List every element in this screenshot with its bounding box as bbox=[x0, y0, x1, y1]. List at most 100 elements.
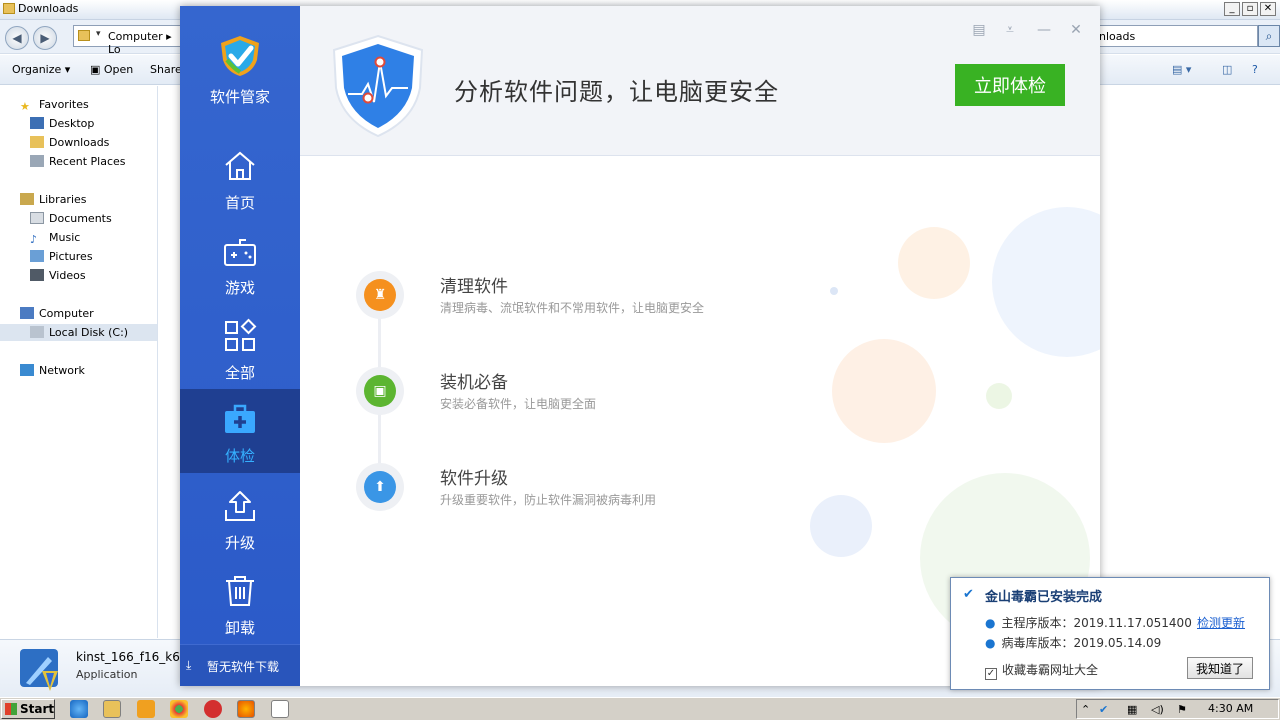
nav-pictures[interactable]: Pictures bbox=[30, 248, 93, 265]
nav-recent-places[interactable]: Recent Places bbox=[30, 153, 126, 170]
chrome-icon[interactable] bbox=[170, 700, 188, 718]
nav-games-label: 游戏 bbox=[224, 279, 255, 297]
antivirus-tray-icon[interactable]: ✔ bbox=[1099, 703, 1108, 716]
download-status[interactable]: ⤓ 暂无软件下载 bbox=[180, 644, 300, 686]
popup-title: 金山毒霸已安装完成 bbox=[985, 590, 1103, 605]
music-icon: ♪ bbox=[30, 233, 38, 246]
navigation-pane: ★ Favorites Desktop Downloads Recent Plac… bbox=[0, 86, 158, 638]
decor-circle bbox=[986, 383, 1012, 409]
libraries-icon bbox=[20, 193, 34, 205]
tray-expand-icon[interactable]: ⌃ bbox=[1081, 703, 1090, 716]
upgrade-disc-icon: ⬆ bbox=[364, 471, 396, 503]
explorer-title: Downloads bbox=[18, 2, 79, 15]
documents-icon bbox=[30, 212, 44, 224]
help-icon[interactable]: ? bbox=[1252, 63, 1258, 76]
nav-home[interactable]: 首页 bbox=[180, 140, 300, 224]
dropdown-icon[interactable]: ⩡ bbox=[1002, 22, 1018, 38]
nav-uninstall[interactable]: 卸载 bbox=[180, 565, 300, 649]
step-upgrade-title: 软件升级 bbox=[440, 469, 508, 489]
nav-libraries[interactable]: Libraries bbox=[20, 191, 87, 208]
decor-circle bbox=[992, 207, 1100, 357]
got-it-button[interactable]: 我知道了 bbox=[1187, 657, 1253, 679]
main-version-row: ● 主程序版本：2019.11.17.051400 bbox=[985, 616, 1192, 630]
nav-downloads[interactable]: Downloads bbox=[30, 134, 109, 151]
network-tray-icon[interactable]: ▦ bbox=[1127, 703, 1137, 716]
headline: 分析软件问题，让电脑更安全 bbox=[454, 78, 779, 106]
step-upgrade: ⬆ 软件升级 升级重要软件，防止软件漏洞被病毒利用 bbox=[356, 463, 856, 523]
recent-places-icon bbox=[30, 155, 44, 167]
step-clean-title: 清理软件 bbox=[440, 277, 508, 297]
explorer-icon[interactable] bbox=[103, 700, 121, 718]
file-name: kinst_166_f16_k68 bbox=[76, 650, 188, 664]
nav-home-label: 首页 bbox=[224, 194, 255, 212]
manager-sidebar: 软件管家 首页 游戏 全部 体检 升级 卸载 ⤓ 暂无软件下载 bbox=[180, 6, 300, 686]
pictures-icon bbox=[30, 250, 44, 262]
bookmark-checkbox[interactable]: ✓ 收藏毒霸网址大全 bbox=[985, 661, 1098, 680]
nav-favorites[interactable]: ★ Favorites bbox=[20, 96, 89, 113]
start-checkup-button[interactable]: 立即体检 bbox=[955, 64, 1065, 106]
nav-computer[interactable]: Computer bbox=[20, 305, 94, 322]
minimize-icon[interactable]: — bbox=[1036, 22, 1052, 38]
step-upgrade-circle: ⬆ bbox=[356, 463, 404, 511]
nav-all[interactable]: 全部 bbox=[180, 310, 300, 394]
menu-doc-icon[interactable]: ▤ bbox=[971, 22, 987, 38]
checkup-shield-icon bbox=[332, 34, 424, 138]
nav-checkup-label: 体检 bbox=[224, 447, 255, 465]
brand-shield-icon bbox=[221, 36, 259, 76]
clock[interactable]: 4:30 AM bbox=[1208, 702, 1253, 715]
check-update-link[interactable]: 检测更新 bbox=[1197, 614, 1245, 631]
share-button[interactable]: Share bbox=[150, 63, 182, 76]
trash-icon bbox=[226, 576, 254, 606]
taskbar: Start ⌃ ✔ ▦ ◁) ⚑ 4:30 AM bbox=[0, 697, 1280, 720]
nav-uninstall-label: 卸载 bbox=[224, 619, 255, 637]
nav-videos[interactable]: Videos bbox=[30, 267, 86, 284]
step-essentials-circle: ▣ bbox=[356, 367, 404, 415]
maximize-button[interactable]: ▫ bbox=[1242, 2, 1258, 16]
step-upgrade-desc: 升级重要软件，防止软件漏洞被病毒利用 bbox=[440, 493, 657, 507]
search-input[interactable]: nloads bbox=[1096, 25, 1258, 47]
broom-icon: ♜ bbox=[364, 279, 396, 311]
address-bar[interactable]: ▾ Computer ▸ Lo bbox=[73, 25, 183, 56]
software-manager-taskbar-icon[interactable] bbox=[271, 700, 289, 718]
ie-icon[interactable] bbox=[70, 700, 88, 718]
volume-icon[interactable]: ◁) bbox=[1151, 703, 1164, 716]
preview-pane-icon[interactable]: ◫ bbox=[1222, 63, 1232, 76]
installer-icon bbox=[20, 649, 58, 691]
nav-network[interactable]: Network bbox=[20, 362, 85, 379]
open-button[interactable]: ▣ Open bbox=[90, 63, 133, 76]
view-icon[interactable]: ▤ ▾ bbox=[1172, 63, 1191, 76]
nav-desktop[interactable]: Desktop bbox=[30, 115, 94, 132]
nav-upgrade[interactable]: 升级 bbox=[180, 480, 300, 564]
action-center-flag-icon[interactable]: ⚑ bbox=[1177, 703, 1187, 716]
folder-icon bbox=[78, 30, 90, 41]
step-clean-desc: 清理病毒、流氓软件和不常用软件，让电脑更安全 bbox=[440, 301, 705, 315]
step-clean-software: ♜ 清理软件 清理病毒、流氓软件和不常用软件，让电脑更安全 bbox=[356, 271, 856, 331]
decor-circle bbox=[898, 227, 970, 299]
search-icon[interactable]: ⌕ bbox=[1258, 25, 1280, 47]
brand-name: 软件管家 bbox=[209, 88, 270, 106]
home-icon bbox=[225, 151, 255, 180]
step-essentials-desc: 安装必备软件，让电脑更全面 bbox=[440, 397, 597, 411]
bullet-icon: ● bbox=[985, 616, 996, 630]
opera-icon[interactable] bbox=[204, 700, 222, 718]
start-button[interactable]: Start bbox=[1, 699, 55, 719]
nav-upgrade-label: 升级 bbox=[224, 534, 255, 552]
folder-icon bbox=[3, 3, 15, 14]
nav-music[interactable]: ♪ Music bbox=[30, 229, 80, 246]
nav-local-disk[interactable]: Local Disk (C:) bbox=[0, 324, 157, 341]
chevron-down-icon: ▾ bbox=[96, 29, 101, 39]
close-button[interactable]: ✕ bbox=[1260, 2, 1276, 16]
nav-games[interactable]: 游戏 bbox=[180, 225, 300, 309]
organize-button[interactable]: Organize ▾ bbox=[12, 63, 70, 76]
step-essentials-title: 装机必备 bbox=[440, 373, 508, 393]
close-icon[interactable]: ✕ bbox=[1068, 22, 1084, 38]
forward-button[interactable]: ▶ bbox=[33, 26, 57, 50]
nav-documents[interactable]: Documents bbox=[30, 210, 112, 227]
minimize-button[interactable]: _ bbox=[1224, 2, 1240, 16]
media-player-icon[interactable] bbox=[137, 700, 155, 718]
star-icon: ★ bbox=[20, 100, 30, 113]
manager-header: 分析软件问题，让电脑更安全 立即体检 ▤ ⩡ — ✕ bbox=[300, 6, 1100, 156]
back-button[interactable]: ◀ bbox=[5, 26, 29, 50]
firefox-icon[interactable] bbox=[237, 700, 255, 718]
nav-checkup[interactable]: 体检 bbox=[180, 389, 300, 473]
